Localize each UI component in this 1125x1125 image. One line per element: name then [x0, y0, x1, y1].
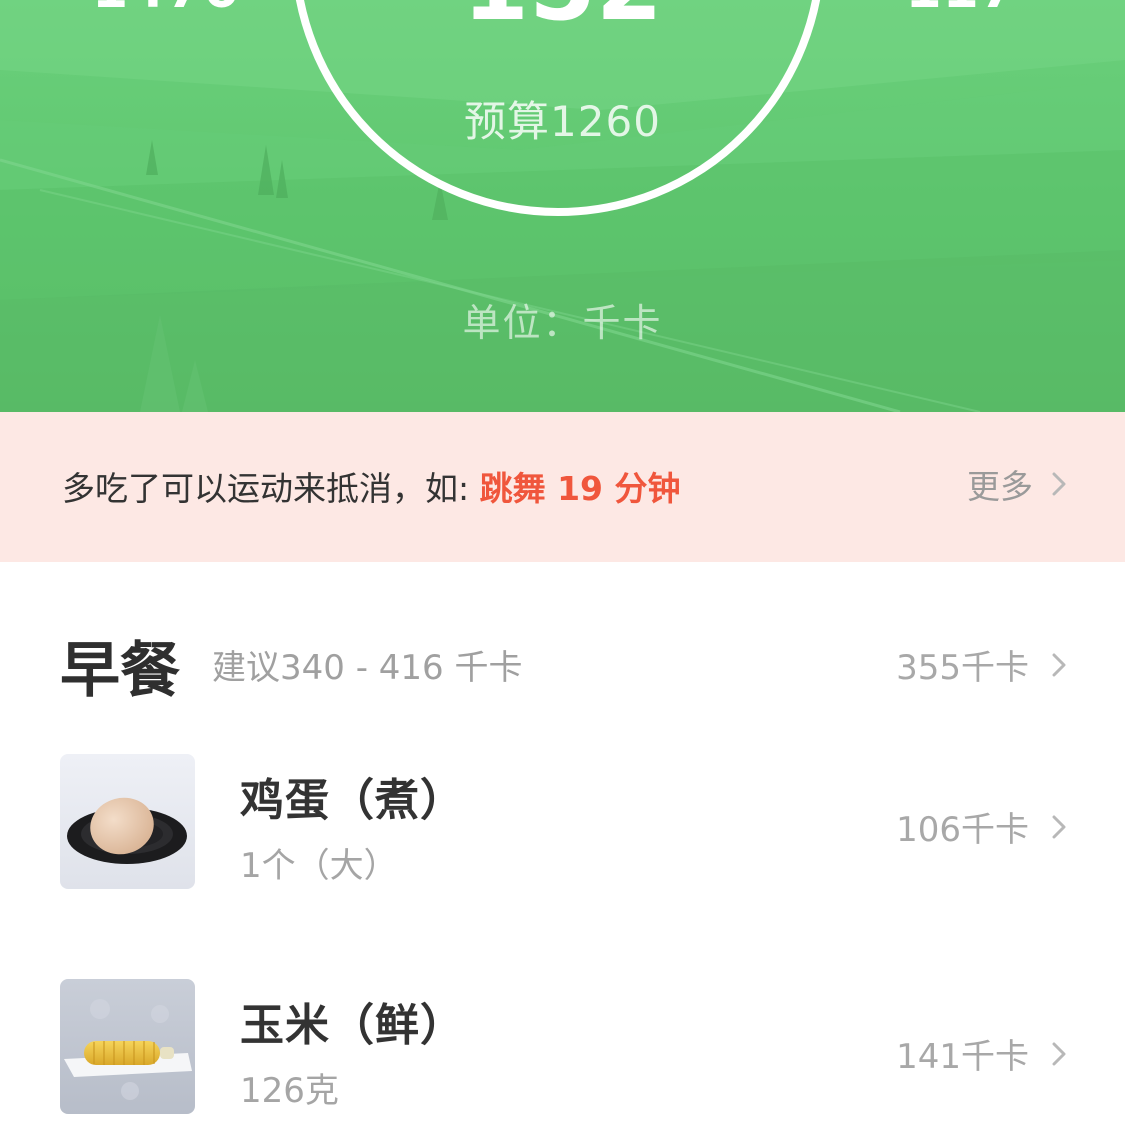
budget-label: 预算1260	[464, 97, 661, 146]
calorie-summary-header: 1470 152 117 预算1260 单位：千卡	[0, 0, 1125, 412]
more-button[interactable]: 更多	[967, 460, 1067, 508]
food-name: 鸡蛋（煮）	[240, 775, 465, 826]
meal-total-calories: 355千卡	[896, 640, 1067, 689]
breakfast-header[interactable]: 早餐 建议340 - 416 千卡 355千卡	[0, 620, 1125, 706]
exercise-suggestion-banner[interactable]: 多吃了可以运动来抵消，如: 跳舞 19 分钟 更多	[0, 412, 1125, 562]
food-calories-label: 106千卡	[896, 810, 1029, 850]
banner-message: 多吃了可以运动来抵消，如: 跳舞 19 分钟	[62, 462, 681, 510]
list-item-food[interactable]: 鸡蛋（煮） 1个（大） 106千卡	[0, 754, 1125, 890]
food-calories: 106千卡	[896, 802, 1067, 851]
chevron-right-icon	[1052, 472, 1066, 496]
food-calories-label: 141千卡	[896, 1037, 1029, 1077]
banner-exercise-highlight: 跳舞 19 分钟	[479, 469, 681, 508]
food-portion: 126克	[240, 1071, 339, 1111]
exercise-value: 117	[905, 0, 1017, 20]
list-item-food[interactable]: 玉米（鲜） 126克 141千卡	[0, 979, 1125, 1115]
chevron-right-icon	[1052, 1042, 1066, 1065]
corn-photo	[60, 979, 195, 1114]
food-name: 玉米（鲜）	[240, 1000, 465, 1051]
meal-total-label: 355千卡	[896, 648, 1029, 688]
banner-text: 多吃了可以运动来抵消，如:	[62, 469, 480, 508]
meal-title: 早餐	[60, 636, 180, 706]
food-portion: 1个（大）	[240, 846, 398, 886]
boiled-egg-photo	[60, 754, 195, 889]
food-calories: 141千卡	[896, 1029, 1067, 1078]
more-label: 更多	[967, 467, 1033, 506]
chevron-right-icon	[1052, 653, 1066, 676]
meal-suggestion: 建议340 - 416 千卡	[212, 648, 523, 688]
unit-label: 单位：千卡	[462, 301, 663, 345]
chevron-right-icon	[1052, 815, 1066, 838]
